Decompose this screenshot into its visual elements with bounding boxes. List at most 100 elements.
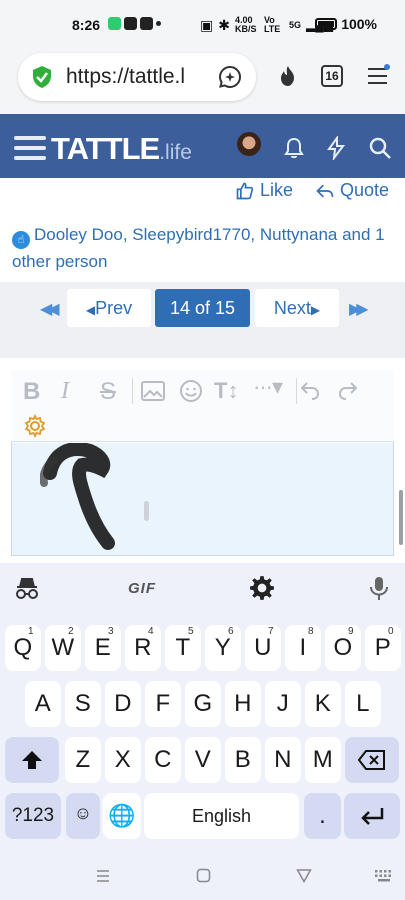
key-s[interactable]: S — [65, 681, 101, 727]
avatar[interactable] — [237, 132, 261, 156]
key-z[interactable]: Z — [65, 737, 101, 783]
page-scrollbar[interactable] — [399, 490, 403, 545]
space-key[interactable]: English — [144, 793, 299, 839]
gear-icon[interactable] — [23, 414, 47, 438]
key-g[interactable]: G — [185, 681, 221, 727]
keyboard-suggestion-bar: GIF — [0, 563, 405, 615]
like-button[interactable]: Like — [235, 180, 293, 201]
strikethrough-icon[interactable]: S — [100, 378, 116, 406]
message-textarea[interactable] — [12, 443, 393, 555]
key-q[interactable]: Q1 — [5, 625, 41, 671]
settings-gear-icon[interactable] — [249, 575, 275, 601]
period-key[interactable]: . — [304, 793, 341, 839]
quote-button[interactable]: Quote — [315, 180, 389, 201]
key-e[interactable]: E3 — [85, 625, 121, 671]
last-page-icon[interactable]: ▶▶ — [349, 299, 368, 319]
undo-icon[interactable] — [298, 378, 322, 402]
smiley-icon[interactable] — [179, 379, 203, 403]
key-m[interactable]: M — [305, 737, 341, 783]
notification-icons — [108, 17, 161, 30]
microphone-icon[interactable] — [368, 575, 390, 601]
enter-key[interactable] — [344, 793, 400, 839]
image-icon[interactable] — [141, 380, 165, 402]
key-h[interactable]: H — [225, 681, 261, 727]
key-u[interactable]: U7 — [245, 625, 281, 671]
toolbar-separator — [296, 378, 297, 404]
toolbar-separator — [132, 378, 133, 404]
incognito-icon[interactable] — [14, 577, 40, 601]
key-k[interactable]: K — [305, 681, 341, 727]
divider — [0, 336, 405, 358]
site-logo[interactable]: TATTLE.life — [51, 131, 192, 167]
key-n[interactable]: N — [265, 737, 301, 783]
home-icon[interactable] — [196, 868, 211, 883]
reaction-summary[interactable]: ☝ Dooley Doo, Sleepybird1770, Nuttynana a… — [12, 222, 396, 275]
key-a[interactable]: A — [25, 681, 61, 727]
italic-icon[interactable]: I — [61, 378, 69, 405]
key-t[interactable]: T5 — [165, 625, 201, 671]
signal-5g: 5G — [288, 20, 301, 30]
key-label: E — [94, 634, 111, 661]
shopping-notification-icon — [124, 17, 137, 30]
key-p[interactable]: P0 — [365, 625, 401, 671]
key-l[interactable]: L — [345, 681, 381, 727]
logo-main: TATTLE — [51, 131, 160, 166]
key-number-hint: 1 — [28, 626, 34, 637]
search-icon[interactable] — [368, 136, 392, 160]
key-w[interactable]: W2 — [45, 625, 81, 671]
backspace-icon — [357, 750, 385, 770]
key-f[interactable]: F — [145, 681, 181, 727]
bold-icon[interactable]: B — [23, 378, 40, 406]
keyboard-hide-icon[interactable] — [374, 869, 394, 883]
net-speed: 4.00 KB/S — [234, 15, 257, 34]
editor-toolbar: B I S T↕ ···▾ — [11, 370, 394, 442]
next-page-button[interactable]: Next▶ — [255, 289, 339, 327]
shift-key[interactable] — [5, 737, 59, 783]
clock: 8:26 — [72, 17, 101, 33]
gif-button[interactable]: GIF — [128, 580, 156, 597]
url-text[interactable]: https://tattle.l — [66, 65, 208, 89]
key-label: J — [276, 690, 289, 717]
prev-page-button[interactable]: ◀Prev — [67, 289, 151, 327]
key-b[interactable]: B — [225, 737, 261, 783]
key-number-hint: 8 — [308, 626, 314, 637]
reaction-users[interactable]: Dooley Doo, Sleepybird1770, Nuttynana an… — [12, 225, 385, 271]
more-options-icon[interactable]: ···▾ — [253, 374, 283, 400]
flame-icon[interactable] — [276, 64, 300, 88]
redo-icon[interactable] — [336, 378, 360, 402]
more-notifications-icon — [156, 21, 161, 26]
key-label: F — [155, 690, 171, 717]
key-v[interactable]: V — [185, 737, 221, 783]
key-r[interactable]: R4 — [125, 625, 161, 671]
key-i[interactable]: I8 — [285, 625, 321, 671]
symbols-key[interactable]: ?123 — [5, 793, 61, 839]
shift-arrow-icon — [22, 751, 42, 769]
recents-icon[interactable] — [96, 869, 110, 883]
back-icon[interactable] — [296, 868, 312, 883]
current-page-button[interactable]: 14 of 15 — [155, 289, 250, 327]
menu-icon[interactable] — [366, 64, 390, 88]
text-size-icon[interactable]: T↕ — [214, 378, 238, 404]
battery-icon — [315, 18, 338, 30]
tab-switcher-button[interactable]: 16 — [321, 65, 343, 87]
thumbs-up-icon — [236, 182, 254, 199]
language-globe-icon[interactable]: 🌐 — [103, 793, 141, 839]
address-bar[interactable]: https://tattle.l — [18, 53, 256, 101]
key-x[interactable]: X — [105, 737, 141, 783]
assistant-sparkle-icon[interactable] — [218, 65, 242, 89]
chevron-right-icon: ▶ — [310, 303, 321, 317]
backspace-key[interactable] — [345, 737, 399, 783]
hamburger-menu-icon[interactable] — [14, 134, 46, 162]
key-c[interactable]: C — [145, 737, 181, 783]
battery-percent: 100% — [341, 16, 377, 32]
key-o[interactable]: O9 — [325, 625, 361, 671]
key-label: L — [356, 690, 370, 717]
key-y[interactable]: Y6 — [205, 625, 241, 671]
emoji-key[interactable]: ☺ — [66, 793, 100, 839]
key-d[interactable]: D — [105, 681, 141, 727]
key-j[interactable]: J — [265, 681, 301, 727]
first-page-icon[interactable]: ◀◀ — [40, 299, 59, 319]
like-reaction-icon: ☝ — [12, 231, 30, 249]
bell-icon[interactable] — [282, 136, 306, 160]
lightning-icon[interactable] — [324, 136, 348, 160]
